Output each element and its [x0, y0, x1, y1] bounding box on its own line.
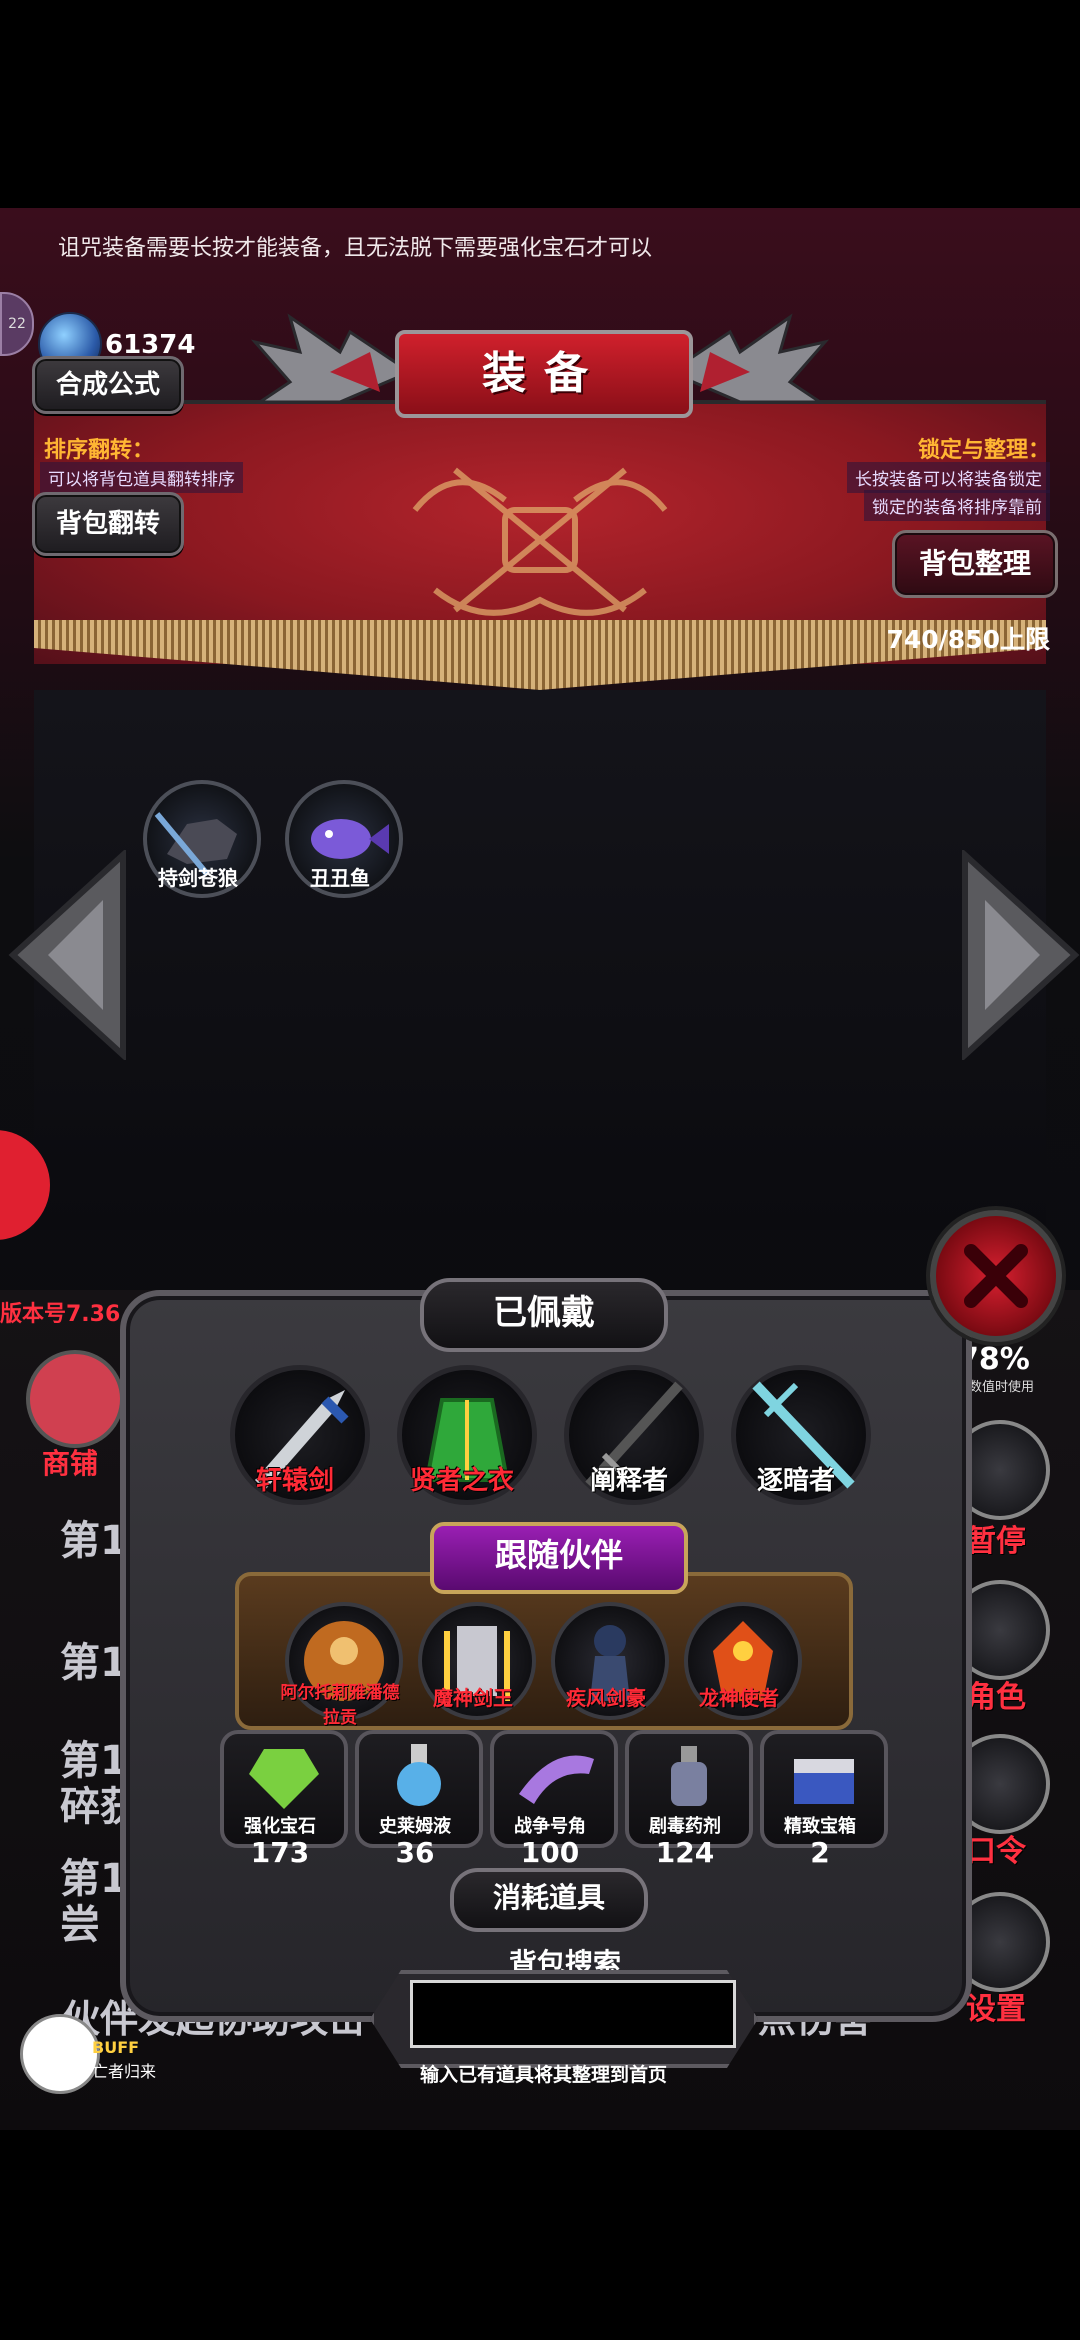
consumable-name: 史莱姆液	[379, 1816, 451, 1837]
flip-inventory-button[interactable]: 背包翻转	[32, 492, 184, 556]
close-button[interactable]	[930, 1210, 1062, 1342]
horn-icon	[519, 1755, 594, 1804]
consumable-name: 战争号角	[514, 1816, 586, 1837]
potion-icon	[397, 1744, 441, 1806]
lock-desc-2: 锁定的装备将排序靠前	[864, 490, 1050, 521]
inventory-item-label: 持剑苍狼	[158, 866, 238, 890]
consumable-name: 精致宝箱	[784, 1816, 856, 1837]
bg-row-1: 第1	[60, 1518, 128, 1564]
bg-row-4b: 尝	[60, 1902, 100, 1948]
sort-flip-desc: 可以将背包道具翻转排序	[40, 462, 243, 493]
consumable-count: 173	[250, 1836, 310, 1869]
right-wing-icon	[670, 313, 830, 404]
organize-inventory-button[interactable]: 背包整理	[892, 530, 1058, 598]
left-wing-icon	[250, 313, 410, 404]
inventory-search-input[interactable]	[410, 1980, 736, 2048]
consumable-name: 强化宝石	[244, 1816, 316, 1837]
consumables-title: 消耗道具	[450, 1868, 648, 1932]
companion-label: 阿尔托莉雅潘德拉贡	[280, 1683, 400, 1728]
chest-icon	[794, 1759, 854, 1804]
equipped-label: 贤者之衣	[409, 1466, 514, 1496]
synthesis-button[interactable]: 合成公式	[32, 356, 184, 414]
equipped-title: 已佩戴	[420, 1278, 668, 1352]
search-hint: 输入已有道具将其整理到首页	[420, 2064, 668, 2086]
lock-title: 锁定与整理：	[917, 438, 1050, 463]
version-label: 版本号7.36	[0, 1302, 121, 1327]
buff-label: BUFF	[92, 2038, 140, 2057]
buff-sub-label: 亡者归来	[92, 2062, 157, 2081]
crossed-swords-emblem-icon	[412, 467, 668, 616]
consumable-count: 100	[520, 1836, 580, 1869]
companions-title: 跟随伙伴	[430, 1522, 688, 1594]
page-title: 装备	[395, 330, 693, 418]
consumable-count: 36	[395, 1836, 435, 1869]
equipped-label: 阐释者	[589, 1466, 668, 1496]
consumable-count: 124	[655, 1836, 715, 1869]
curse-notice: 诅咒装备需要长按才能装备，且无法脱下需要强化宝石才可以	[58, 236, 653, 261]
companion-label: 龙神使者	[699, 1686, 779, 1710]
shop-icon[interactable]	[26, 1350, 124, 1448]
equipped-label: 轩辕剑	[255, 1466, 334, 1496]
consumable-count: 2	[810, 1836, 830, 1869]
companion-label: 魔神剑王	[433, 1686, 513, 1710]
equipped-label: 逐暗者	[756, 1466, 835, 1496]
companion-label: 疾风剑豪	[566, 1686, 646, 1710]
close-icon	[964, 1244, 1028, 1308]
sort-flip-title: 排序翻转：	[44, 438, 155, 463]
poison-icon	[671, 1746, 707, 1806]
inventory-grid	[34, 690, 1046, 1230]
lock-desc-1: 长按装备可以将装备锁定	[847, 462, 1050, 493]
gem-icon	[249, 1749, 319, 1809]
inventory-capacity: 740/850上限	[886, 625, 1050, 654]
prev-page-arrow-icon[interactable]	[8, 850, 128, 1060]
skull-buff-icon[interactable]	[20, 2014, 100, 2094]
shop-label[interactable]: 商铺	[42, 1442, 98, 1482]
next-page-arrow-icon[interactable]	[960, 850, 1080, 1060]
inventory-item-label: 丑丑鱼	[310, 866, 370, 890]
consumable-name: 剧毒药剂	[649, 1816, 721, 1837]
